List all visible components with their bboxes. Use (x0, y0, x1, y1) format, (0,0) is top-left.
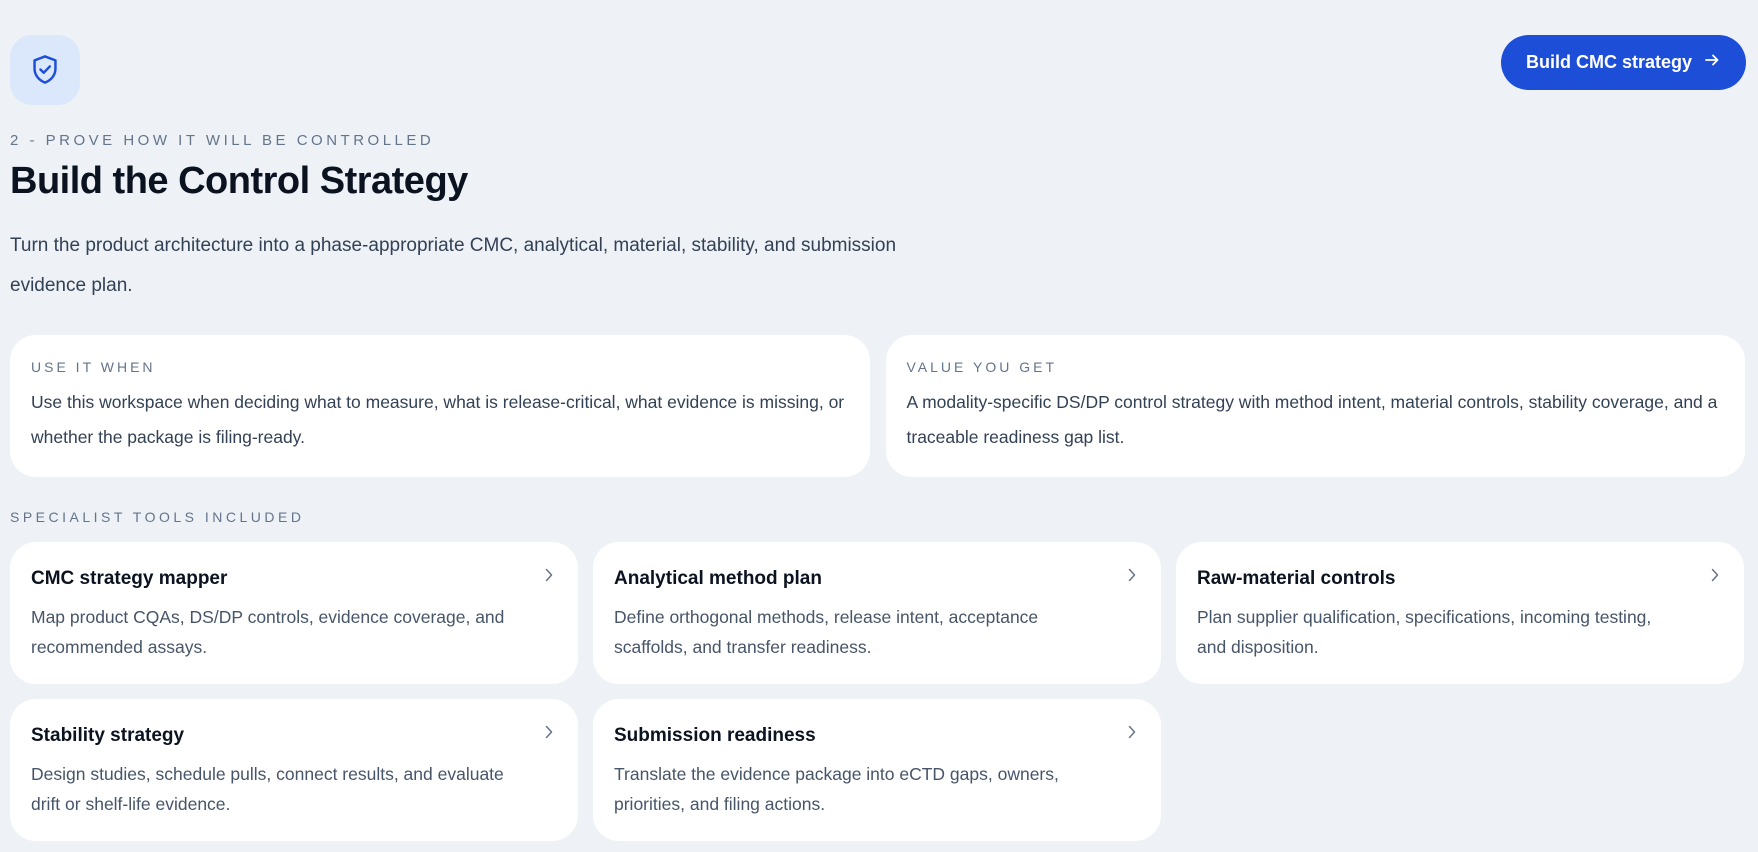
tools-grid: CMC strategy mapper Map product CQAs, DS… (10, 542, 1746, 841)
step-eyebrow: 2 - PROVE HOW IT WILL BE CONTROLLED (10, 132, 435, 149)
tool-description: Define orthogonal methods, release inten… (614, 607, 1039, 657)
tool-card-submission-readiness[interactable]: Submission readiness Translate the evide… (593, 699, 1161, 841)
build-cmc-strategy-label: Build CMC strategy (1525, 52, 1692, 72)
chevron-right-icon (542, 725, 556, 739)
page-description: Turn the product architecture into a pha… (10, 235, 897, 296)
value-you-get-text: A modality-specific DS/DP control strate… (906, 392, 1718, 447)
tool-card-analytical-method-plan[interactable]: Analytical method plan Define orthogonal… (593, 542, 1161, 684)
info-cards: USE IT WHEN Use this workspace when deci… (10, 335, 1745, 477)
arrow-right-icon (1704, 52, 1720, 73)
tool-card-cmc-strategy-mapper[interactable]: CMC strategy mapper Map product CQAs, DS… (10, 542, 578, 684)
tool-description: Translate the evidence package into eCTD… (614, 764, 1059, 814)
tool-title: Raw-material controls (1197, 568, 1396, 589)
chevron-right-icon (542, 568, 556, 582)
use-it-when-label: USE IT WHEN (31, 359, 156, 375)
tool-description: Plan supplier qualification, specificati… (1197, 607, 1652, 657)
value-you-get-label: VALUE YOU GET (906, 359, 1058, 375)
tool-title: Stability strategy (31, 725, 185, 746)
use-it-when-text: Use this workspace when deciding what to… (31, 392, 845, 447)
shield-check-icon (10, 35, 80, 105)
tools-section-label: SPECIALIST TOOLS INCLUDED (10, 509, 305, 525)
chevron-right-icon (1708, 568, 1722, 582)
value-you-get-card: VALUE YOU GET A modality-specific DS/DP … (885, 335, 1745, 477)
chevron-right-icon (1125, 725, 1139, 739)
page: Build CMC strategy 2 - PROVE HOW IT WILL… (0, 0, 1758, 852)
tool-title: Analytical method plan (614, 568, 822, 589)
tool-card-raw-material-controls[interactable]: Raw-material controls Plan supplier qual… (1176, 542, 1744, 684)
tool-title: CMC strategy mapper (31, 568, 228, 589)
tool-title: Submission readiness (614, 725, 816, 746)
page-title: Build the Control Strategy (10, 160, 468, 202)
tool-description: Map product CQAs, DS/DP controls, eviden… (31, 607, 505, 657)
use-it-when-card: USE IT WHEN Use this workspace when deci… (10, 335, 870, 477)
tool-description: Design studies, schedule pulls, connect … (31, 764, 504, 814)
build-cmc-strategy-button[interactable]: Build CMC strategy (1500, 35, 1746, 90)
tool-card-stability-strategy[interactable]: Stability strategy Design studies, sched… (10, 699, 578, 841)
chevron-right-icon (1125, 568, 1139, 582)
